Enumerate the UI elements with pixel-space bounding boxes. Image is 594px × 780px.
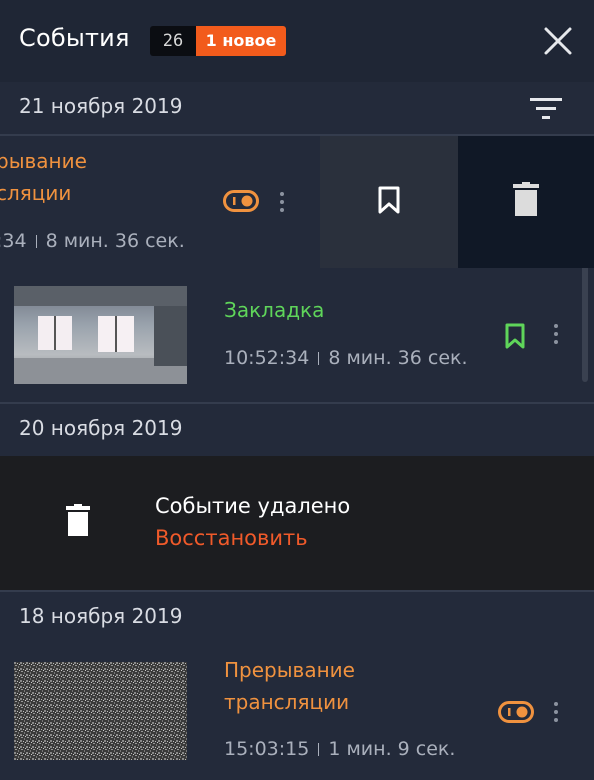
more-options-button[interactable] [279, 192, 285, 214]
date-label: 21 ноября 2019 [19, 94, 183, 118]
event-duration: 8 мин. 36 сек. [328, 347, 468, 369]
close-button[interactable] [543, 26, 573, 56]
event-time: :34 [0, 230, 27, 252]
event-time: 10:52:34 [224, 347, 310, 369]
meta-separator [318, 352, 320, 365]
trash-icon [66, 504, 90, 536]
date-header: 18 ноября 2019 [0, 592, 594, 644]
new-events-badge: 1 новое [196, 26, 286, 56]
date-header: 20 ноября 2019 [0, 404, 594, 456]
date-label: 20 ноября 2019 [19, 416, 183, 440]
more-options-button[interactable] [553, 702, 559, 724]
event-title: Закладка [224, 298, 325, 322]
close-icon [544, 27, 572, 55]
trash-icon [513, 182, 539, 216]
deleted-message: Событие удалено [155, 494, 351, 518]
panel-title: События [19, 24, 130, 52]
deleted-event-banner [0, 456, 594, 590]
event-thumbnail-noise [14, 662, 187, 760]
bookmark-icon [378, 186, 400, 214]
toggle-icon [498, 701, 534, 723]
event-thumbnail [14, 286, 187, 384]
event-meta: :34 8 мин. 36 сек. [0, 230, 185, 252]
event-item[interactable]: Прерывание трансляции 15:03:15 1 мин. 9 с… [0, 644, 594, 780]
event-item[interactable]: Закладка 10:52:34 8 мин. 36 сек. [0, 268, 594, 402]
event-time: 15:03:15 [224, 738, 310, 760]
more-options-button[interactable] [553, 324, 559, 346]
date-label: 18 ноября 2019 [19, 604, 183, 628]
event-title-line1: рывание [0, 149, 87, 173]
event-title-line1: Прерывание [224, 658, 355, 682]
filter-button[interactable] [530, 98, 562, 120]
event-count-badge: 26 [150, 26, 196, 56]
date-header: 21 ноября 2019 [0, 82, 594, 134]
filter-icon [530, 98, 562, 119]
restore-button[interactable]: Восстановить [155, 526, 308, 550]
toggle-icon [223, 190, 259, 212]
event-title-line2: трансляции [224, 690, 350, 714]
event-duration: 8 мин. 36 сек. [45, 230, 185, 252]
event-meta: 15:03:15 1 мин. 9 сек. [224, 738, 455, 760]
swipe-delete-button[interactable] [458, 136, 594, 268]
meta-separator [318, 743, 320, 756]
event-title-line2: сляции [0, 181, 72, 205]
event-meta: 10:52:34 8 мин. 36 сек. [224, 347, 468, 369]
meta-separator [35, 235, 37, 248]
bookmark-icon [505, 323, 525, 349]
events-header: События 26 1 новое [0, 0, 594, 82]
swipe-bookmark-button[interactable] [320, 136, 458, 268]
event-duration: 1 мин. 9 сек. [328, 738, 456, 760]
